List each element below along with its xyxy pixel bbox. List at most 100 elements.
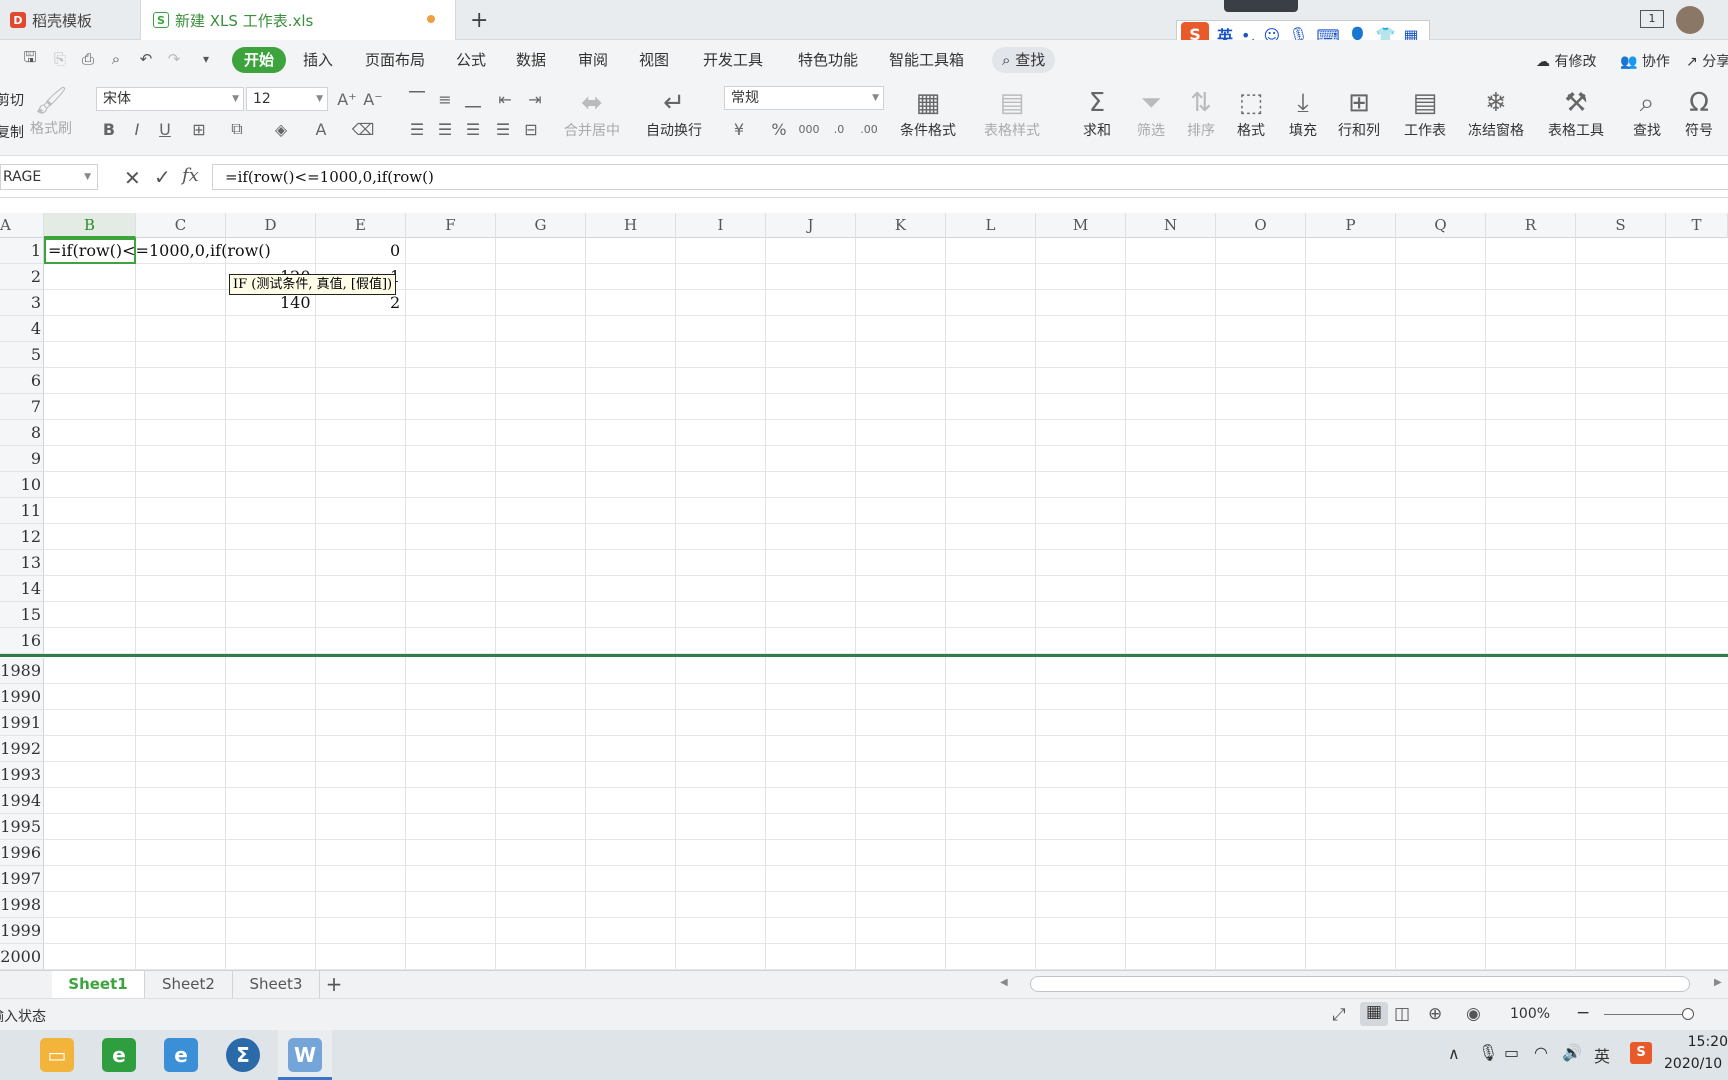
fill-color-icon[interactable]: ◈: [270, 118, 292, 140]
copy-button[interactable]: 复制: [0, 122, 24, 142]
confirm-icon[interactable]: ✓: [154, 165, 171, 189]
column-header-m[interactable]: M: [1036, 213, 1126, 238]
page-layout-view-icon[interactable]: ◫: [1394, 1004, 1410, 1024]
decimal-increase-icon[interactable]: .0: [828, 118, 850, 140]
browser-green-icon[interactable]: e: [102, 1038, 136, 1072]
wrap-text-button[interactable]: ↵ 自动换行: [646, 86, 702, 140]
wifi-icon[interactable]: ◠: [1534, 1043, 1548, 1062]
internet-explorer-icon[interactable]: e: [164, 1038, 198, 1072]
format-button[interactable]: ⬚ 格式: [1234, 86, 1268, 140]
column-header-r[interactable]: R: [1486, 213, 1576, 238]
print-icon[interactable]: ⎙: [78, 49, 98, 69]
font-increase-icon[interactable]: A⁺: [336, 88, 358, 110]
row-header[interactable]: 1992: [0, 736, 44, 762]
file-explorer-icon[interactable]: ▭: [40, 1038, 74, 1072]
menu-smart-tools[interactable]: 智能工具箱: [889, 47, 964, 73]
tab-xls-file[interactable]: S 新建 XLS 工作表.xls: [140, 0, 456, 40]
column-header-h[interactable]: H: [586, 213, 676, 238]
scroll-left-icon[interactable]: ◀: [1000, 977, 1008, 988]
collab-button[interactable]: 👥 协作: [1620, 51, 1670, 71]
row-header[interactable]: 1998: [0, 892, 44, 918]
row-header[interactable]: 2000: [0, 944, 44, 970]
column-header-i[interactable]: I: [676, 213, 766, 238]
sogou-tray-icon[interactable]: S: [1630, 1042, 1652, 1064]
underline-icon[interactable]: U: [154, 118, 176, 140]
align-bottom-icon[interactable]: ⎽: [462, 88, 484, 110]
cell-b1[interactable]: =if(row()<=1000,0,if(row(): [48, 238, 271, 264]
column-header-l[interactable]: L: [946, 213, 1036, 238]
scroll-right-icon[interactable]: ▶: [1714, 977, 1722, 988]
row-header[interactable]: 1991: [0, 710, 44, 736]
format-painter-button[interactable]: 🖌 格式刷: [30, 84, 72, 138]
menu-review[interactable]: 审阅: [578, 47, 608, 73]
italic-icon[interactable]: I: [126, 118, 148, 140]
symbol-button[interactable]: Ω 符号: [1682, 86, 1716, 140]
zoom-level-select[interactable]: 100%: [1510, 1006, 1550, 1022]
tray-ime-mode[interactable]: 英: [1594, 1043, 1610, 1067]
merge-center-button[interactable]: ⬌ 合并居中: [564, 86, 620, 140]
thousands-icon[interactable]: 000: [798, 118, 820, 140]
sort-button[interactable]: ⇅ 排序: [1184, 86, 1218, 140]
row-header[interactable]: 1: [0, 238, 44, 264]
row-header[interactable]: 1999: [0, 918, 44, 944]
tray-expand-icon[interactable]: ∧: [1448, 1044, 1460, 1063]
justify-icon[interactable]: ☰: [492, 118, 514, 140]
zoom-out-icon[interactable]: −: [1576, 1003, 1590, 1023]
indent-increase-icon[interactable]: ⇥: [524, 88, 546, 110]
normal-view-icon[interactable]: ▦: [1360, 1002, 1388, 1026]
font-decrease-icon[interactable]: A⁻: [362, 88, 384, 110]
menu-formula[interactable]: 公式: [456, 47, 486, 73]
decimal-decrease-icon[interactable]: .00: [858, 118, 880, 140]
row-header[interactable]: 1990: [0, 684, 44, 710]
row-col-button[interactable]: ⊞ 行和列: [1338, 86, 1380, 140]
font-name-select[interactable]: 宋体 ▼: [96, 87, 244, 111]
bold-icon[interactable]: B: [98, 118, 120, 140]
cell-style-icon[interactable]: ⧉: [226, 118, 248, 140]
clock-time[interactable]: 15:20: [1664, 1034, 1728, 1050]
row-header[interactable]: 1996: [0, 840, 44, 866]
user-avatar[interactable]: [1676, 6, 1704, 34]
row-header[interactable]: 10: [0, 472, 44, 498]
row-header[interactable]: 7: [0, 394, 44, 420]
reading-mode-icon[interactable]: ⊕: [1428, 1004, 1442, 1024]
row-header[interactable]: 14: [0, 576, 44, 602]
sum-button[interactable]: Σ 求和: [1080, 86, 1114, 140]
cell-e1[interactable]: 0: [390, 238, 400, 264]
tab-docer-templates[interactable]: D 稻壳模板: [0, 0, 140, 40]
column-header-t[interactable]: T: [1666, 213, 1728, 238]
align-right-icon[interactable]: ☰: [462, 118, 484, 140]
row-header[interactable]: 2: [0, 264, 44, 290]
row-header[interactable]: 1995: [0, 814, 44, 840]
row-header[interactable]: 1989: [0, 658, 44, 684]
column-header-n[interactable]: N: [1126, 213, 1216, 238]
undo-icon[interactable]: ↶: [136, 49, 156, 69]
fill-button[interactable]: ⤓ 填充: [1286, 86, 1320, 140]
menu-developer[interactable]: 开发工具: [703, 47, 763, 73]
column-header-c[interactable]: C: [136, 213, 226, 238]
row-header[interactable]: 11: [0, 498, 44, 524]
name-box[interactable]: RAGE ▼: [0, 164, 98, 190]
start-edge[interactable]: [0, 1042, 4, 1062]
formula-input[interactable]: =if(row()<=1000,0,if(row(): [212, 164, 1728, 190]
eye-protection-icon[interactable]: ◉: [1466, 1004, 1481, 1024]
redo-icon[interactable]: ↷: [164, 49, 184, 69]
worksheet-button[interactable]: ▤ 工作表: [1404, 86, 1446, 140]
export-icon[interactable]: ⎘: [50, 49, 70, 69]
find-button[interactable]: ⌕ 查找: [1630, 86, 1664, 140]
column-header-e[interactable]: E: [316, 213, 406, 238]
row-header[interactable]: 12: [0, 524, 44, 550]
align-top-icon[interactable]: ⎺: [406, 88, 428, 110]
window-count-icon[interactable]: 1: [1640, 10, 1664, 28]
sheet-tab-3[interactable]: Sheet3: [232, 971, 320, 998]
menu-data[interactable]: 数据: [516, 47, 546, 73]
clock-date[interactable]: 2020/10: [1664, 1056, 1728, 1072]
number-format-select[interactable]: 常规 ▼: [724, 86, 884, 110]
column-header-g[interactable]: G: [496, 213, 586, 238]
search-button[interactable]: ⌕ 查找: [992, 47, 1056, 73]
zoom-slider[interactable]: [1604, 1014, 1694, 1015]
row-header[interactable]: 1997: [0, 866, 44, 892]
menu-insert[interactable]: 插入: [303, 47, 333, 73]
border-icon[interactable]: ⊞: [188, 118, 210, 140]
cancel-icon[interactable]: ✕: [124, 166, 141, 190]
cut-button[interactable]: 剪切: [0, 90, 24, 110]
